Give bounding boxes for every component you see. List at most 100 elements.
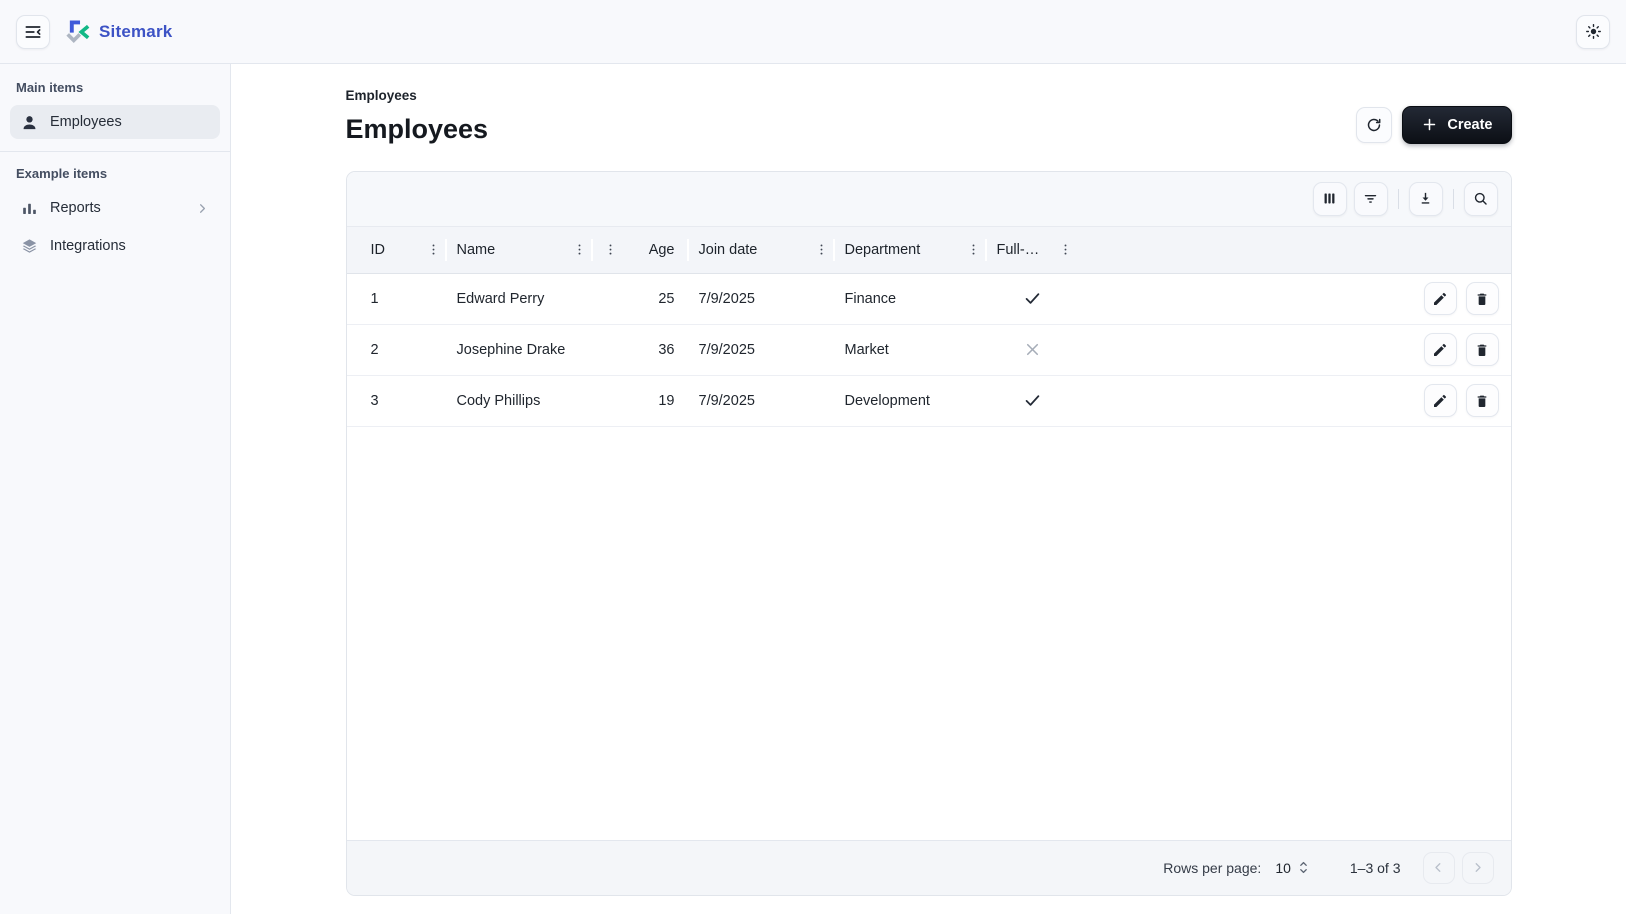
x-icon (1023, 340, 1042, 359)
refresh-icon (1365, 116, 1383, 134)
pagination-range: 1–3 of 3 (1350, 860, 1401, 876)
sidebar-divider (0, 151, 230, 152)
cell-age: 19 (593, 376, 689, 426)
sun-icon (1584, 22, 1603, 41)
create-button[interactable]: Create (1402, 106, 1511, 144)
cell-actions (1387, 376, 1511, 426)
sidebar-collapse-button[interactable] (16, 15, 50, 49)
cell-join-date: 7/9/2025 (689, 325, 835, 375)
columns-button[interactable] (1313, 182, 1347, 216)
main-content: Employees Employees (231, 64, 1626, 914)
column-header-full-time[interactable]: Full-… (987, 227, 1079, 273)
check-icon (1023, 289, 1042, 308)
toolbar-divider (1453, 189, 1454, 209)
refresh-button[interactable] (1356, 107, 1392, 143)
pencil-icon (1432, 291, 1448, 307)
edit-row-button[interactable] (1424, 282, 1457, 315)
sidebar-item-reports[interactable]: Reports (10, 191, 220, 225)
column-menu-icon[interactable] (966, 242, 981, 257)
layers-icon (20, 237, 39, 256)
filter-button[interactable] (1354, 182, 1388, 216)
trash-icon (1474, 342, 1490, 358)
export-button[interactable] (1409, 182, 1443, 216)
cell-age: 36 (593, 325, 689, 375)
cell-name: Josephine Drake (447, 325, 593, 375)
cell-actions (1387, 274, 1511, 324)
column-header-id[interactable]: ID (347, 227, 447, 273)
trash-icon (1474, 291, 1490, 307)
column-menu-icon[interactable] (426, 242, 441, 257)
create-button-label: Create (1447, 117, 1492, 133)
menu-collapse-icon (23, 22, 43, 42)
column-menu-icon[interactable] (603, 242, 618, 257)
cell-age: 25 (593, 274, 689, 324)
cell-join-date: 7/9/2025 (689, 376, 835, 426)
cell-filler (1079, 376, 1387, 426)
column-header-department[interactable]: Department (835, 227, 987, 273)
cell-join-date: 7/9/2025 (689, 274, 835, 324)
edit-row-button[interactable] (1424, 384, 1457, 417)
page-title: Employees (346, 115, 489, 145)
sidebar-item-label: Employees (50, 114, 122, 130)
column-header-actions (1387, 227, 1511, 273)
person-icon (20, 113, 39, 132)
grid-toolbar (347, 172, 1511, 226)
theme-toggle-button[interactable] (1576, 15, 1610, 49)
cell-actions (1387, 325, 1511, 375)
column-header-name[interactable]: Name (447, 227, 593, 273)
table-row[interactable]: 2 Josephine Drake 36 7/9/2025 Market (347, 325, 1511, 376)
sidebar-item-integrations[interactable]: Integrations (10, 229, 220, 263)
filter-icon (1362, 190, 1379, 207)
brand[interactable]: Sitemark (64, 19, 172, 45)
brand-name: Sitemark (99, 22, 172, 42)
column-header-join-date[interactable]: Join date (689, 227, 835, 273)
grid-footer: Rows per page: 10 1–3 of 3 (347, 840, 1511, 895)
chevron-left-icon (1431, 860, 1446, 875)
chevron-right-icon (1470, 860, 1485, 875)
cell-id: 1 (347, 274, 447, 324)
cell-department: Development (835, 376, 987, 426)
rows-per-page-value: 10 (1275, 860, 1291, 876)
table-row[interactable]: 3 Cody Phillips 19 7/9/2025 Development (347, 376, 1511, 427)
cell-department: Finance (835, 274, 987, 324)
plus-icon (1421, 116, 1438, 133)
sidebar-section-label: Example items (16, 166, 214, 181)
cell-id: 2 (347, 325, 447, 375)
sidebar-item-employees[interactable]: Employees (10, 105, 220, 139)
edit-row-button[interactable] (1424, 333, 1457, 366)
data-grid: ID Name Age Join date (346, 171, 1512, 896)
sidebar-section-label: Main items (16, 80, 214, 95)
cell-full-time (987, 274, 1079, 324)
cell-name: Edward Perry (447, 274, 593, 324)
column-menu-icon[interactable] (572, 242, 587, 257)
column-menu-icon[interactable] (1058, 242, 1073, 257)
spinner-icon (1297, 859, 1310, 876)
rows-per-page-select[interactable]: 10 (1275, 859, 1310, 876)
grid-header-row: ID Name Age Join date (347, 226, 1511, 274)
delete-row-button[interactable] (1466, 333, 1499, 366)
column-header-age[interactable]: Age (593, 227, 689, 273)
cell-department: Market (835, 325, 987, 375)
download-icon (1417, 190, 1434, 207)
table-row[interactable]: 1 Edward Perry 25 7/9/2025 Finance (347, 274, 1511, 325)
cell-name: Cody Phillips (447, 376, 593, 426)
sitemark-logo-icon (64, 19, 90, 45)
sidebar-item-label: Reports (50, 200, 101, 216)
chevron-right-icon (195, 201, 210, 216)
breadcrumb: Employees (346, 88, 489, 103)
top-bar: Sitemark (0, 0, 1626, 64)
rows-per-page-label: Rows per page: (1163, 860, 1261, 876)
check-icon (1023, 391, 1042, 410)
cell-full-time (987, 325, 1079, 375)
delete-row-button[interactable] (1466, 384, 1499, 417)
pencil-icon (1432, 393, 1448, 409)
column-menu-icon[interactable] (814, 242, 829, 257)
next-page-button[interactable] (1462, 852, 1494, 884)
sidebar-item-label: Integrations (50, 238, 126, 254)
search-button[interactable] (1464, 182, 1498, 216)
trash-icon (1474, 393, 1490, 409)
previous-page-button[interactable] (1423, 852, 1455, 884)
cell-id: 3 (347, 376, 447, 426)
search-icon (1472, 190, 1489, 207)
delete-row-button[interactable] (1466, 282, 1499, 315)
